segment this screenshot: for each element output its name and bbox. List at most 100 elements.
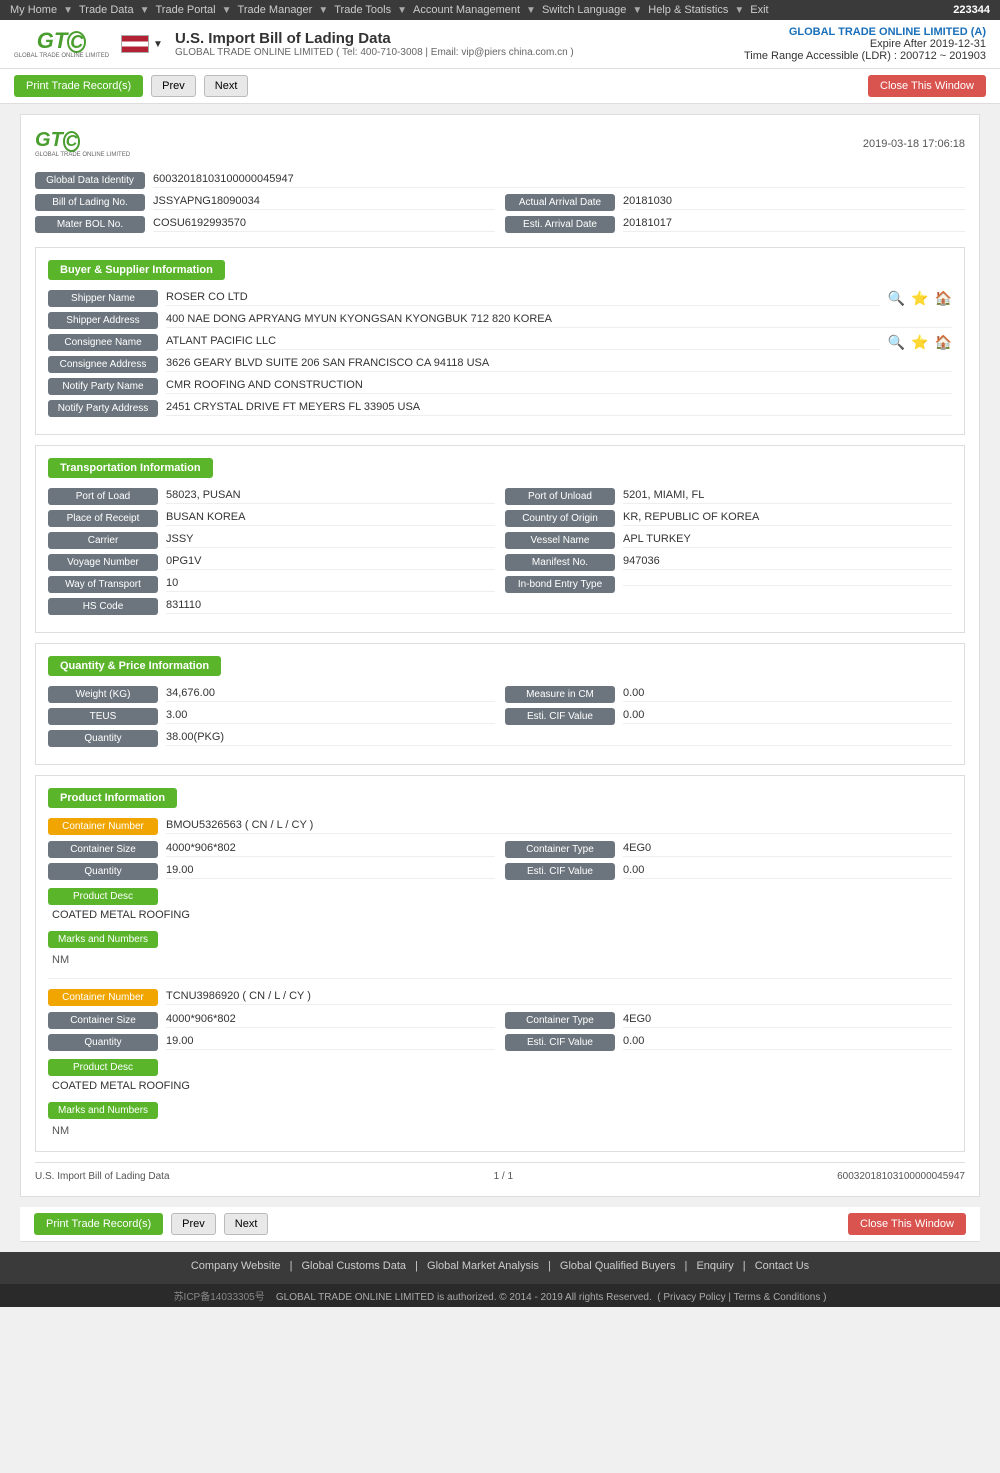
carrier-col: Carrier JSSY — [48, 532, 495, 549]
link-contact-us[interactable]: Contact Us — [755, 1260, 809, 1272]
notify-party-address-value: 2451 CRYSTAL DRIVE FT MEYERS FL 33905 US… — [166, 401, 952, 416]
main-content: GTC GLOBAL TRADE ONLINE LIMITED 2019-03-… — [0, 104, 1000, 1252]
bol-no-col: Bill of Lading No. JSSYAPNG18090034 — [35, 194, 495, 211]
quantity-label-1: Quantity — [48, 863, 158, 880]
container-size-value-2: 4000*906*802 — [166, 1013, 495, 1028]
document-card: GTC GLOBAL TRADE ONLINE LIMITED 2019-03-… — [20, 114, 980, 1197]
bol-no-value: JSSYAPNG18090034 — [153, 195, 495, 210]
doc-footer: U.S. Import Bill of Lading Data 1 / 1 60… — [35, 1162, 965, 1182]
nav-trade-manager[interactable]: Trade Manager — [238, 4, 313, 16]
product-desc-label-2: Product Desc — [48, 1059, 158, 1076]
quantity-col-1: Quantity 19.00 — [48, 863, 495, 880]
container-type-value-1: 4EG0 — [623, 842, 952, 857]
country-of-origin-label: Country of Origin — [505, 510, 615, 527]
esti-cif-col-2: Esti. CIF Value 0.00 — [505, 1034, 952, 1051]
home-icon[interactable]: 🏠 — [935, 290, 952, 307]
close-button[interactable]: Close This Window — [868, 75, 986, 97]
link-global-qualified[interactable]: Global Qualified Buyers — [560, 1260, 676, 1272]
container-size-type-row-2: Container Size 4000*906*802 Container Ty… — [48, 1012, 952, 1029]
inbond-col: In-bond Entry Type — [505, 576, 952, 593]
inbond-entry-value — [623, 583, 952, 586]
next-button[interactable]: Next — [204, 75, 249, 97]
way-of-transport-col: Way of Transport 10 — [48, 576, 495, 593]
notify-party-name-label: Notify Party Name — [48, 378, 158, 395]
shipper-address-row: Shipper Address 400 NAE DONG APRYANG MYU… — [48, 312, 952, 329]
doc-footer-right: 60032018103100000045947 — [837, 1171, 965, 1182]
esti-arrival-label: Esti. Arrival Date — [505, 216, 615, 233]
actual-arrival-col: Actual Arrival Date 20181030 — [505, 194, 965, 211]
transportation-section: Transportation Information Port of Load … — [35, 445, 965, 633]
link-global-market[interactable]: Global Market Analysis — [427, 1260, 539, 1272]
carrier-value: JSSY — [166, 533, 495, 548]
nav-help-statistics[interactable]: Help & Statistics — [648, 4, 728, 16]
actual-arrival-value: 20181030 — [623, 195, 965, 210]
bottom-prev-button[interactable]: Prev — [171, 1213, 216, 1235]
nav-my-home[interactable]: My Home — [10, 4, 57, 16]
nav-trade-portal[interactable]: Trade Portal — [156, 4, 216, 16]
bottom-close-button[interactable]: Close This Window — [848, 1213, 966, 1235]
notify-party-address-label: Notify Party Address — [48, 400, 158, 417]
search-icon[interactable]: 🔍 — [888, 290, 905, 307]
link-enquiry[interactable]: Enquiry — [696, 1260, 733, 1272]
weight-value: 34,676.00 — [166, 687, 495, 702]
print-button[interactable]: Print Trade Record(s) — [14, 75, 143, 97]
bottom-next-button[interactable]: Next — [224, 1213, 269, 1235]
quantity-row: Quantity 38.00(PKG) — [48, 730, 952, 747]
product-desc-value-1: COATED METAL ROOFING — [48, 905, 952, 925]
star-icon-2[interactable]: ⭐ — [911, 334, 928, 351]
container-number-row-1: Container Number BMOU5326563 ( CN / L / … — [48, 818, 952, 835]
logo-box: GTC GLOBAL TRADE ONLINE LIMITED — [14, 30, 109, 59]
nav-menu: My Home ▼ Trade Data ▼ Trade Portal ▼ Tr… — [10, 4, 769, 16]
link-company-website[interactable]: Company Website — [191, 1260, 281, 1272]
esti-arrival-col: Esti. Arrival Date 20181017 — [505, 216, 965, 233]
esti-arrival-value: 20181017 — [623, 217, 965, 232]
prev-button[interactable]: Prev — [151, 75, 196, 97]
link-global-customs[interactable]: Global Customs Data — [302, 1260, 407, 1272]
product-desc-block-1: Product Desc COATED METAL ROOFING — [48, 888, 952, 925]
expire-date: Expire After 2019-12-31 — [744, 38, 986, 50]
mater-bol-value: COSU6192993570 — [153, 217, 495, 232]
voyage-manifest-row: Voyage Number 0PG1V Manifest No. 947036 — [48, 554, 952, 571]
buyer-supplier-label: Buyer & Supplier Information — [48, 260, 225, 280]
hs-code-label: HS Code — [48, 598, 158, 615]
time-range: Time Range Accessible (LDR) : 200712 ~ 2… — [744, 50, 986, 62]
global-data-identity-value: 60032018103100000045947 — [153, 173, 965, 188]
bottom-print-button[interactable]: Print Trade Record(s) — [34, 1213, 163, 1235]
header-subtitle: GLOBAL TRADE ONLINE LIMITED ( Tel: 400-7… — [175, 47, 574, 58]
nav-trade-tools[interactable]: Trade Tools — [334, 4, 391, 16]
container-type-col-2: Container Type 4EG0 — [505, 1012, 952, 1029]
actual-arrival-label: Actual Arrival Date — [505, 194, 615, 211]
nav-switch-language[interactable]: Switch Language — [542, 4, 626, 16]
measure-cm-label: Measure in CM — [505, 686, 615, 703]
footer-text: GLOBAL TRADE ONLINE LIMITED is authorize… — [276, 1292, 652, 1303]
way-of-transport-label: Way of Transport — [48, 576, 158, 593]
privacy-policy-link[interactable]: Privacy Policy — [663, 1292, 725, 1303]
voyage-number-label: Voyage Number — [48, 554, 158, 571]
nav-trade-data[interactable]: Trade Data — [79, 4, 134, 16]
product-info-label: Product Information — [48, 788, 177, 808]
port-of-load-col: Port of Load 58023, PUSAN — [48, 488, 495, 505]
esti-cif-col-1: Esti. CIF Value 0.00 — [505, 863, 952, 880]
notify-party-address-row: Notify Party Address 2451 CRYSTAL DRIVE … — [48, 400, 952, 417]
search-icon-2[interactable]: 🔍 — [888, 334, 905, 351]
flag-selector[interactable]: ▼ — [121, 35, 163, 53]
nav-exit[interactable]: Exit — [750, 4, 768, 16]
terms-link[interactable]: Terms & Conditions — [734, 1292, 821, 1303]
quantity-price-section: Quantity & Price Information Weight (KG)… — [35, 643, 965, 765]
bottom-links: Company Website | Global Customs Data | … — [8, 1260, 992, 1272]
container-number-value-2: TCNU3986920 ( CN / L / CY ) — [166, 990, 952, 1005]
quantity-value: 38.00(PKG) — [166, 731, 952, 746]
container-type-col-1: Container Type 4EG0 — [505, 841, 952, 858]
bottom-toolbar: Print Trade Record(s) Prev Next Close Th… — [20, 1207, 980, 1242]
star-icon[interactable]: ⭐ — [911, 290, 928, 307]
consignee-name-value: ATLANT PACIFIC LLC — [166, 335, 880, 350]
container-size-col-1: Container Size 4000*906*802 — [48, 841, 495, 858]
container-type-label-2: Container Type — [505, 1012, 615, 1029]
home-icon-2[interactable]: 🏠 — [935, 334, 952, 351]
weight-col: Weight (KG) 34,676.00 — [48, 686, 495, 703]
nav-account-management[interactable]: Account Management — [413, 4, 520, 16]
buyer-supplier-section: Buyer & Supplier Information Shipper Nam… — [35, 247, 965, 435]
bol-no-label: Bill of Lading No. — [35, 194, 145, 211]
consignee-name-label: Consignee Name — [48, 334, 158, 351]
quantity-esti-row-2: Quantity 19.00 Esti. CIF Value 0.00 — [48, 1034, 952, 1051]
